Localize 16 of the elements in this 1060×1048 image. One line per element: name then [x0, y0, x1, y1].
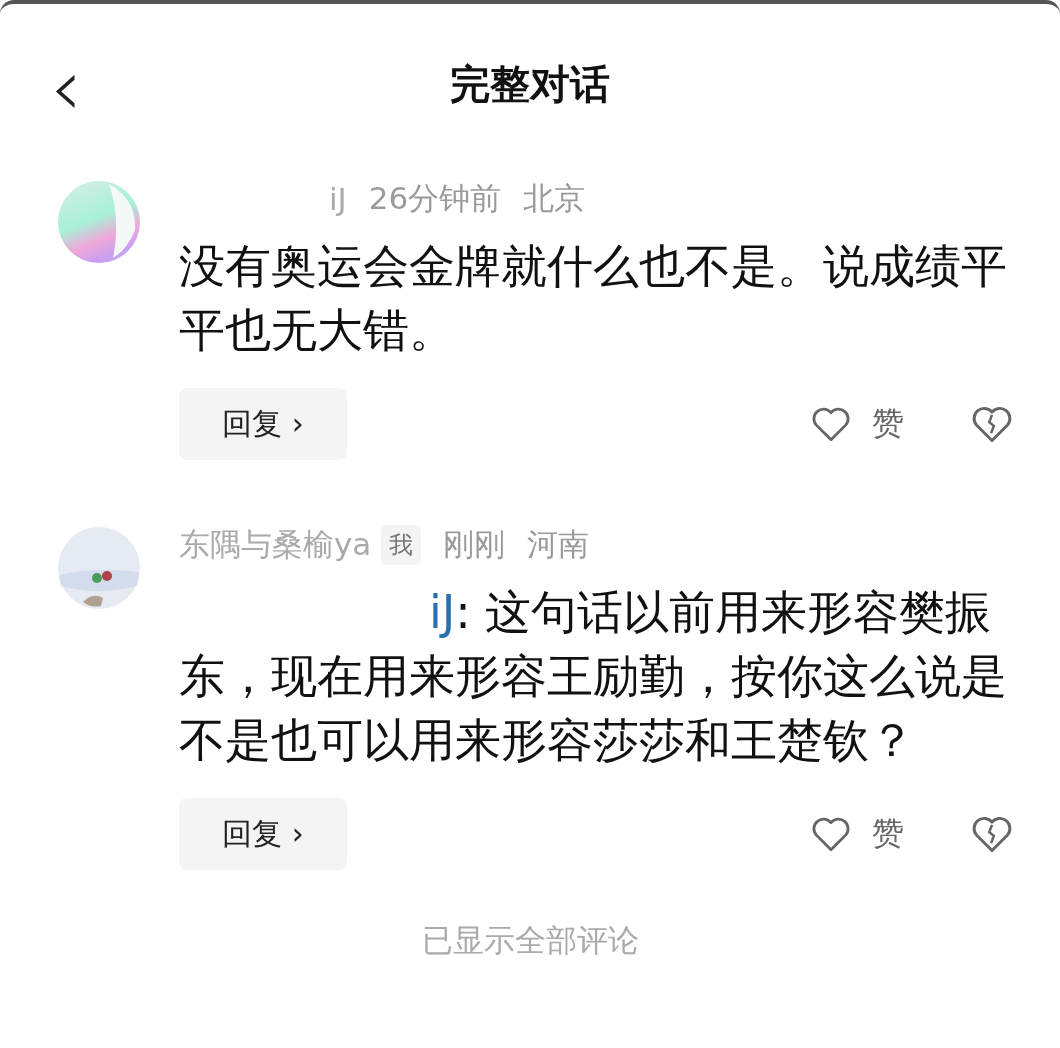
timestamp: 刚刚 — [443, 525, 506, 564]
reply-button[interactable]: 回复 › — [179, 798, 347, 870]
avatar-icon[interactable] — [57, 526, 141, 610]
like-button[interactable]: 赞 — [810, 402, 904, 446]
end-of-comments-label: 已显示全部评论 — [420, 921, 640, 960]
self-badge: 我 — [381, 525, 422, 565]
comment-text: 没有奥运会金牌就什么也不是。说成绩平平也无大错。 — [179, 238, 1008, 359]
mention-link[interactable]: iJ — [429, 585, 456, 639]
back-button[interactable]: ‹ — [40, 48, 92, 128]
like-button[interactable]: 赞 — [810, 812, 904, 856]
location-label: 北京 — [523, 179, 586, 218]
comment-text: iJ: 这句话以前用来形容樊振东，现在用来形容王励勤，按你这么说是不是也可以用来形容莎莎和王楚钦？ — [179, 584, 1008, 769]
timestamp: 26分钟前 — [368, 179, 502, 218]
page-title: 完整对话 — [450, 59, 610, 109]
reply-button[interactable]: 回复 › — [179, 388, 347, 460]
location-label: 河南 — [527, 525, 590, 564]
